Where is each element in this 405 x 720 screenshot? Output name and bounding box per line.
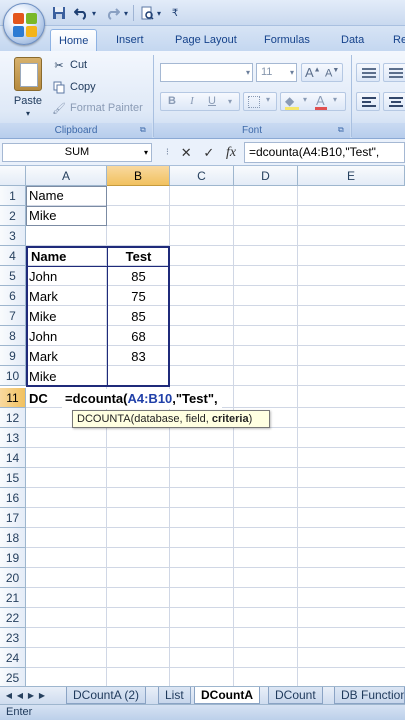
row-header-11[interactable]: 11 — [0, 388, 26, 408]
cell-a2[interactable]: Mike — [26, 206, 107, 226]
row-header-22[interactable]: 22 — [0, 608, 26, 628]
sheet-tab-db-functions[interactable]: DB Functions — [334, 687, 405, 704]
row-header-17[interactable]: 17 — [0, 508, 26, 528]
row-header-20[interactable]: 20 — [0, 568, 26, 588]
row-header-9[interactable]: 9 — [0, 346, 26, 366]
row-header-21[interactable]: 21 — [0, 588, 26, 608]
gridline-row — [26, 587, 405, 588]
gridline-row — [26, 607, 405, 608]
row-header-24[interactable]: 24 — [0, 648, 26, 668]
gridline-row — [26, 447, 405, 448]
office-logo-icon — [13, 13, 37, 37]
row-header-8[interactable]: 8 — [0, 326, 26, 346]
status-mode: Enter — [6, 706, 33, 718]
sheet-tab-dcounta[interactable]: DCountA — [194, 687, 260, 704]
gridline-row — [26, 547, 405, 548]
sheet-tab-dcount[interactable]: DCount — [268, 687, 323, 704]
cell-b8[interactable]: 68 — [107, 327, 170, 347]
cell-b9[interactable]: 83 — [107, 347, 170, 367]
row-header-18[interactable]: 18 — [0, 528, 26, 548]
gridline-row — [26, 567, 405, 568]
row-header-13[interactable]: 13 — [0, 428, 26, 448]
cell-a9[interactable]: Mark — [26, 347, 107, 367]
row-header-10[interactable]: 10 — [0, 366, 26, 386]
active-cell-editor[interactable]: =dcounta(A4:B10,"Test", — [62, 389, 222, 409]
row-header-3[interactable]: 3 — [0, 226, 26, 246]
cell-b7[interactable]: 85 — [107, 307, 170, 327]
row-header-6[interactable]: 6 — [0, 286, 26, 306]
gridline-column — [297, 186, 298, 686]
row-header-1[interactable]: 1 — [0, 186, 26, 206]
edit-range-ref: A4:B10 — [127, 391, 173, 406]
edit-prefix: =dcounta( — [65, 391, 128, 406]
row-header-19[interactable]: 19 — [0, 548, 26, 568]
gridline-row — [26, 627, 405, 628]
cell-b5[interactable]: 85 — [107, 267, 170, 287]
row-header-7[interactable]: 7 — [0, 306, 26, 326]
row-header-2[interactable]: 2 — [0, 206, 26, 226]
tooltip-signature: DCOUNTA(database, field, — [77, 413, 212, 425]
cell-a4[interactable]: Name — [28, 247, 107, 267]
cell-b6[interactable]: 75 — [107, 287, 170, 307]
row-header-5[interactable]: 5 — [0, 266, 26, 286]
cell-b4[interactable]: Test — [107, 247, 170, 267]
last-sheet-icon[interactable]: ▶ — [37, 689, 47, 703]
gridline-row — [26, 647, 405, 648]
office-button[interactable] — [3, 3, 45, 45]
row-header-4[interactable]: 4 — [0, 246, 26, 266]
cell-a1[interactable]: Name — [26, 186, 107, 206]
gridline-column — [233, 186, 234, 686]
tooltip-current-arg: criteria — [211, 413, 249, 425]
row-header-12[interactable]: 12 — [0, 408, 26, 428]
next-sheet-icon[interactable]: ▶ — [26, 689, 36, 703]
row-header-15[interactable]: 15 — [0, 468, 26, 488]
cell-a10[interactable]: Mike — [26, 367, 107, 387]
first-sheet-icon[interactable]: ◀ — [4, 689, 14, 703]
row-header-23[interactable]: 23 — [0, 628, 26, 648]
gridline-row — [26, 487, 405, 488]
gridline-row — [26, 667, 405, 668]
sheet-tab-list[interactable]: List — [158, 687, 191, 704]
row-header-16[interactable]: 16 — [0, 488, 26, 508]
prev-sheet-icon[interactable]: ◀ — [15, 689, 25, 703]
cell-a7[interactable]: Mike — [26, 307, 107, 327]
cell-a8[interactable]: John — [26, 327, 107, 347]
edit-suffix: ,"Test", — [172, 391, 218, 406]
gridline-row — [26, 507, 405, 508]
gridline-row — [26, 467, 405, 468]
status-bar: Enter — [0, 704, 405, 720]
row-header-25[interactable]: 25 — [0, 668, 26, 688]
cell-a11[interactable]: DC — [26, 389, 62, 409]
gridline-row — [26, 527, 405, 528]
sheet-tab-dcounta-2[interactable]: DCountA (2) — [66, 687, 147, 704]
sheet-tab-bar: ◀ ◀ ▶ ▶ DCountA (2) List DCountA DCount … — [0, 686, 405, 704]
cell-a6[interactable]: Mark — [26, 287, 107, 307]
function-tooltip[interactable]: DCOUNTA(database, field, criteria) — [72, 410, 270, 428]
tooltip-close-paren: ) — [248, 413, 253, 425]
row-header-14[interactable]: 14 — [0, 448, 26, 468]
cell-a5[interactable]: John — [26, 267, 107, 287]
